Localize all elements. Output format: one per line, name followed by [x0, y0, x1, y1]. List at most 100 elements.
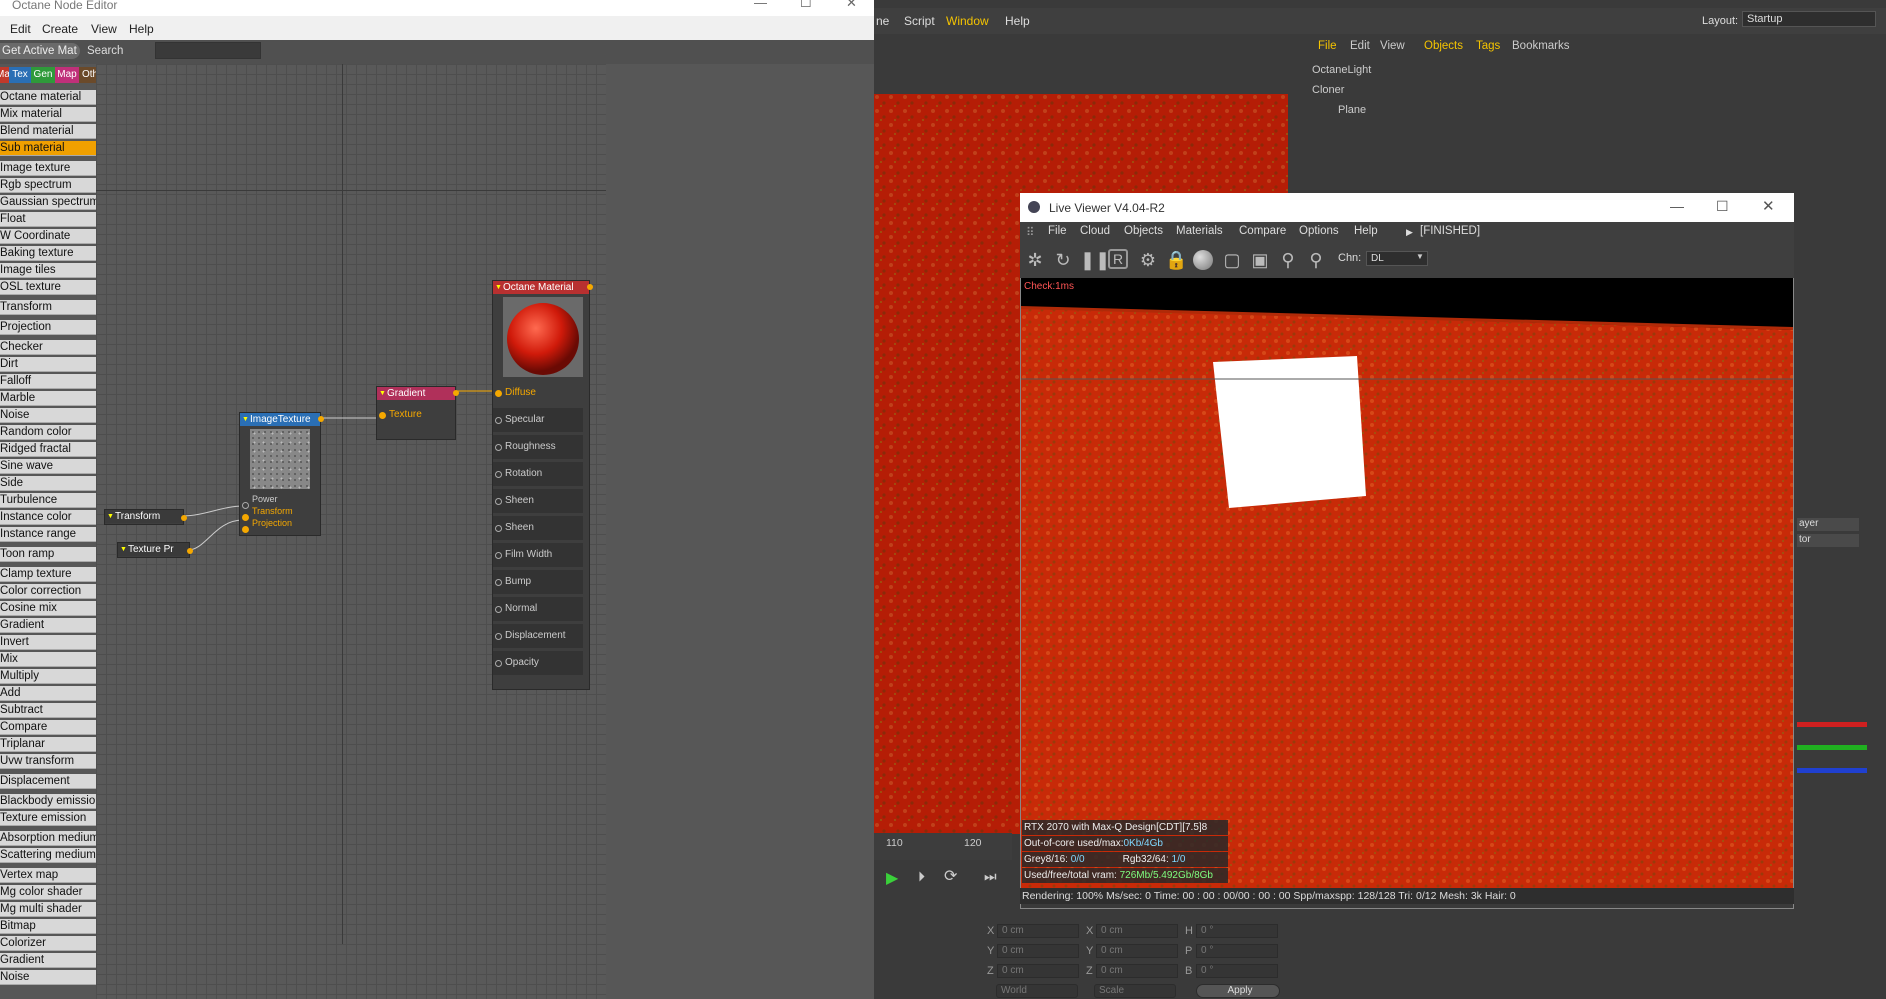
close-icon[interactable]: ✕: [1762, 197, 1775, 215]
coord-scale-select[interactable]: Scale: [1094, 984, 1176, 998]
menu-item-window[interactable]: Window: [946, 14, 989, 28]
lv-menu-materials[interactable]: Materials: [1176, 225, 1223, 237]
pick-focus-icon[interactable]: ⚲: [1277, 249, 1299, 271]
settings-gear-icon[interactable]: ⚙: [1137, 249, 1159, 271]
node-gradient[interactable]: Gradient Texture: [376, 386, 459, 440]
pause-icon[interactable]: ❚❚: [1080, 249, 1110, 271]
coord-axis-label: X: [987, 925, 995, 937]
restart-icon[interactable]: ↻: [1052, 249, 1074, 271]
node-editor-window: Octane Node Editor — ☐ ✕ Edit Create Vie…: [0, 0, 874, 999]
coord-input[interactable]: 0 cm: [997, 924, 1079, 938]
output-pin[interactable]: [587, 284, 593, 290]
color-slider-red[interactable]: [1797, 722, 1867, 727]
attribute-button[interactable]: tor: [1797, 534, 1859, 547]
port-rotation[interactable]: Rotation: [493, 462, 583, 486]
port-diffuse[interactable]: Diffuse: [493, 381, 583, 405]
port-opacity[interactable]: Opacity: [493, 651, 583, 675]
stat-value: 0Kb/4Gb: [1123, 838, 1163, 849]
coord-input[interactable]: 0 °: [1196, 944, 1278, 958]
port-sheen[interactable]: Sheen: [493, 489, 583, 513]
lv-menu-cloud[interactable]: Cloud: [1080, 225, 1110, 237]
output-pin[interactable]: [181, 515, 187, 521]
coord-space-select[interactable]: World: [996, 984, 1078, 998]
timeline-tick: 120: [964, 837, 982, 849]
lv-menu-compare[interactable]: Compare: [1239, 225, 1286, 237]
coord-input[interactable]: 0 °: [1196, 964, 1278, 978]
om-menu-bookmarks[interactable]: Bookmarks: [1512, 40, 1570, 52]
window-title: Live Viewer V4.04-R2: [1049, 201, 1165, 215]
object-label: OctaneLight: [1312, 64, 1372, 76]
port-sheen-roughness[interactable]: Sheen roughness: [493, 516, 583, 557]
coord-input[interactable]: 0 cm: [997, 944, 1079, 958]
send-scene-icon[interactable]: ✲: [1024, 249, 1046, 271]
lock-icon[interactable]: 🔒: [1165, 249, 1187, 271]
subsample-icon[interactable]: ▣: [1249, 249, 1271, 271]
object-row-cloner[interactable]: Cloner: [1292, 82, 1452, 100]
coord-axis-label: H: [1185, 925, 1193, 937]
output-pin[interactable]: [187, 548, 193, 554]
port-displacement[interactable]: Displacement: [493, 624, 583, 648]
maximize-icon[interactable]: ☐: [1716, 198, 1729, 215]
coord-input[interactable]: 0 cm: [997, 964, 1079, 978]
material-ball-icon[interactable]: [1193, 250, 1213, 270]
clay-mode-icon[interactable]: ▢: [1221, 249, 1243, 271]
lv-menu-objects[interactable]: Objects: [1124, 225, 1163, 237]
maximize-icon[interactable]: ☐: [800, 0, 812, 9]
lv-menu-help[interactable]: Help: [1354, 225, 1378, 237]
minimize-icon[interactable]: —: [754, 0, 767, 9]
apply-button[interactable]: Apply: [1196, 984, 1280, 998]
port-normal[interactable]: Normal: [493, 597, 583, 621]
render-status-bar: Rendering: 100% Ms/sec: 0 Time: 00 : 00 …: [1020, 888, 1794, 904]
menu-item-script[interactable]: Script: [904, 14, 935, 28]
loop-icon[interactable]: ⟳: [944, 866, 957, 886]
port-film-width[interactable]: Film Width: [493, 543, 583, 567]
output-pin[interactable]: [453, 390, 459, 396]
coord-input[interactable]: 0 cm: [1096, 924, 1178, 938]
goto-end-icon[interactable]: ⏭: [984, 868, 997, 885]
play-icon[interactable]: ▶: [886, 868, 898, 888]
step-forward-icon[interactable]: ⏵: [918, 868, 925, 885]
render-state: [FINISHED]: [1420, 225, 1481, 237]
node-title: ImageTexture: [240, 413, 320, 426]
region-icon[interactable]: R: [1108, 249, 1128, 269]
coord-input[interactable]: 0 cm: [1096, 944, 1178, 958]
node-octane-material[interactable]: Octane Material Diffuse Specular Roughness…: [492, 280, 593, 690]
layout-select[interactable]: Startup: [1742, 11, 1876, 27]
port-specular[interactable]: Specular: [493, 408, 583, 432]
om-menu-file[interactable]: File: [1318, 40, 1337, 52]
color-slider-green[interactable]: [1797, 745, 1867, 750]
attribute-button[interactable]: ayer: [1797, 518, 1859, 531]
om-menu-edit[interactable]: Edit: [1350, 40, 1370, 52]
coord-input[interactable]: 0 cm: [1096, 964, 1178, 978]
om-menu-view[interactable]: View: [1380, 40, 1405, 52]
port-bump[interactable]: Bump: [493, 570, 583, 594]
object-row-octanelight[interactable]: OctaneLight: [1292, 62, 1452, 80]
om-menu-objects[interactable]: Objects: [1424, 40, 1463, 52]
stat-value: 0/0: [1070, 854, 1085, 865]
node-image-texture[interactable]: ImageTexture Power Transform Projection: [239, 412, 324, 536]
color-slider-blue[interactable]: [1797, 768, 1867, 773]
port-texture[interactable]: Texture: [377, 403, 422, 427]
menu-item-partial[interactable]: ne: [876, 14, 889, 28]
coord-input[interactable]: 0 °: [1196, 924, 1278, 938]
port-power[interactable]: Power: [240, 493, 278, 509]
node-title: Gradient: [377, 387, 455, 400]
port-roughness[interactable]: Roughness: [493, 435, 583, 459]
node-title: Transform: [105, 510, 183, 523]
minimize-icon[interactable]: —: [1670, 198, 1684, 214]
coord-axis-label: X: [1086, 925, 1094, 937]
port-transform[interactable]: Transform: [240, 505, 293, 521]
node-transform[interactable]: Transform: [104, 509, 187, 525]
lv-menu-options[interactable]: Options: [1299, 225, 1339, 237]
menu-item-help[interactable]: Help: [1005, 14, 1030, 28]
port-projection[interactable]: Projection: [240, 517, 292, 533]
object-row-plane[interactable]: Plane: [1292, 102, 1452, 120]
output-pin[interactable]: [318, 416, 324, 422]
lv-menu-file[interactable]: File: [1048, 225, 1067, 237]
render-output[interactable]: Check:1ms: [1021, 278, 1793, 888]
pick-material-icon[interactable]: ⚲: [1305, 249, 1327, 271]
node-texture-projection[interactable]: Texture Pr: [117, 542, 193, 558]
close-icon[interactable]: ✕: [846, 0, 857, 9]
timeline[interactable]: 110 120: [874, 833, 1012, 860]
om-menu-tags[interactable]: Tags: [1476, 40, 1500, 52]
